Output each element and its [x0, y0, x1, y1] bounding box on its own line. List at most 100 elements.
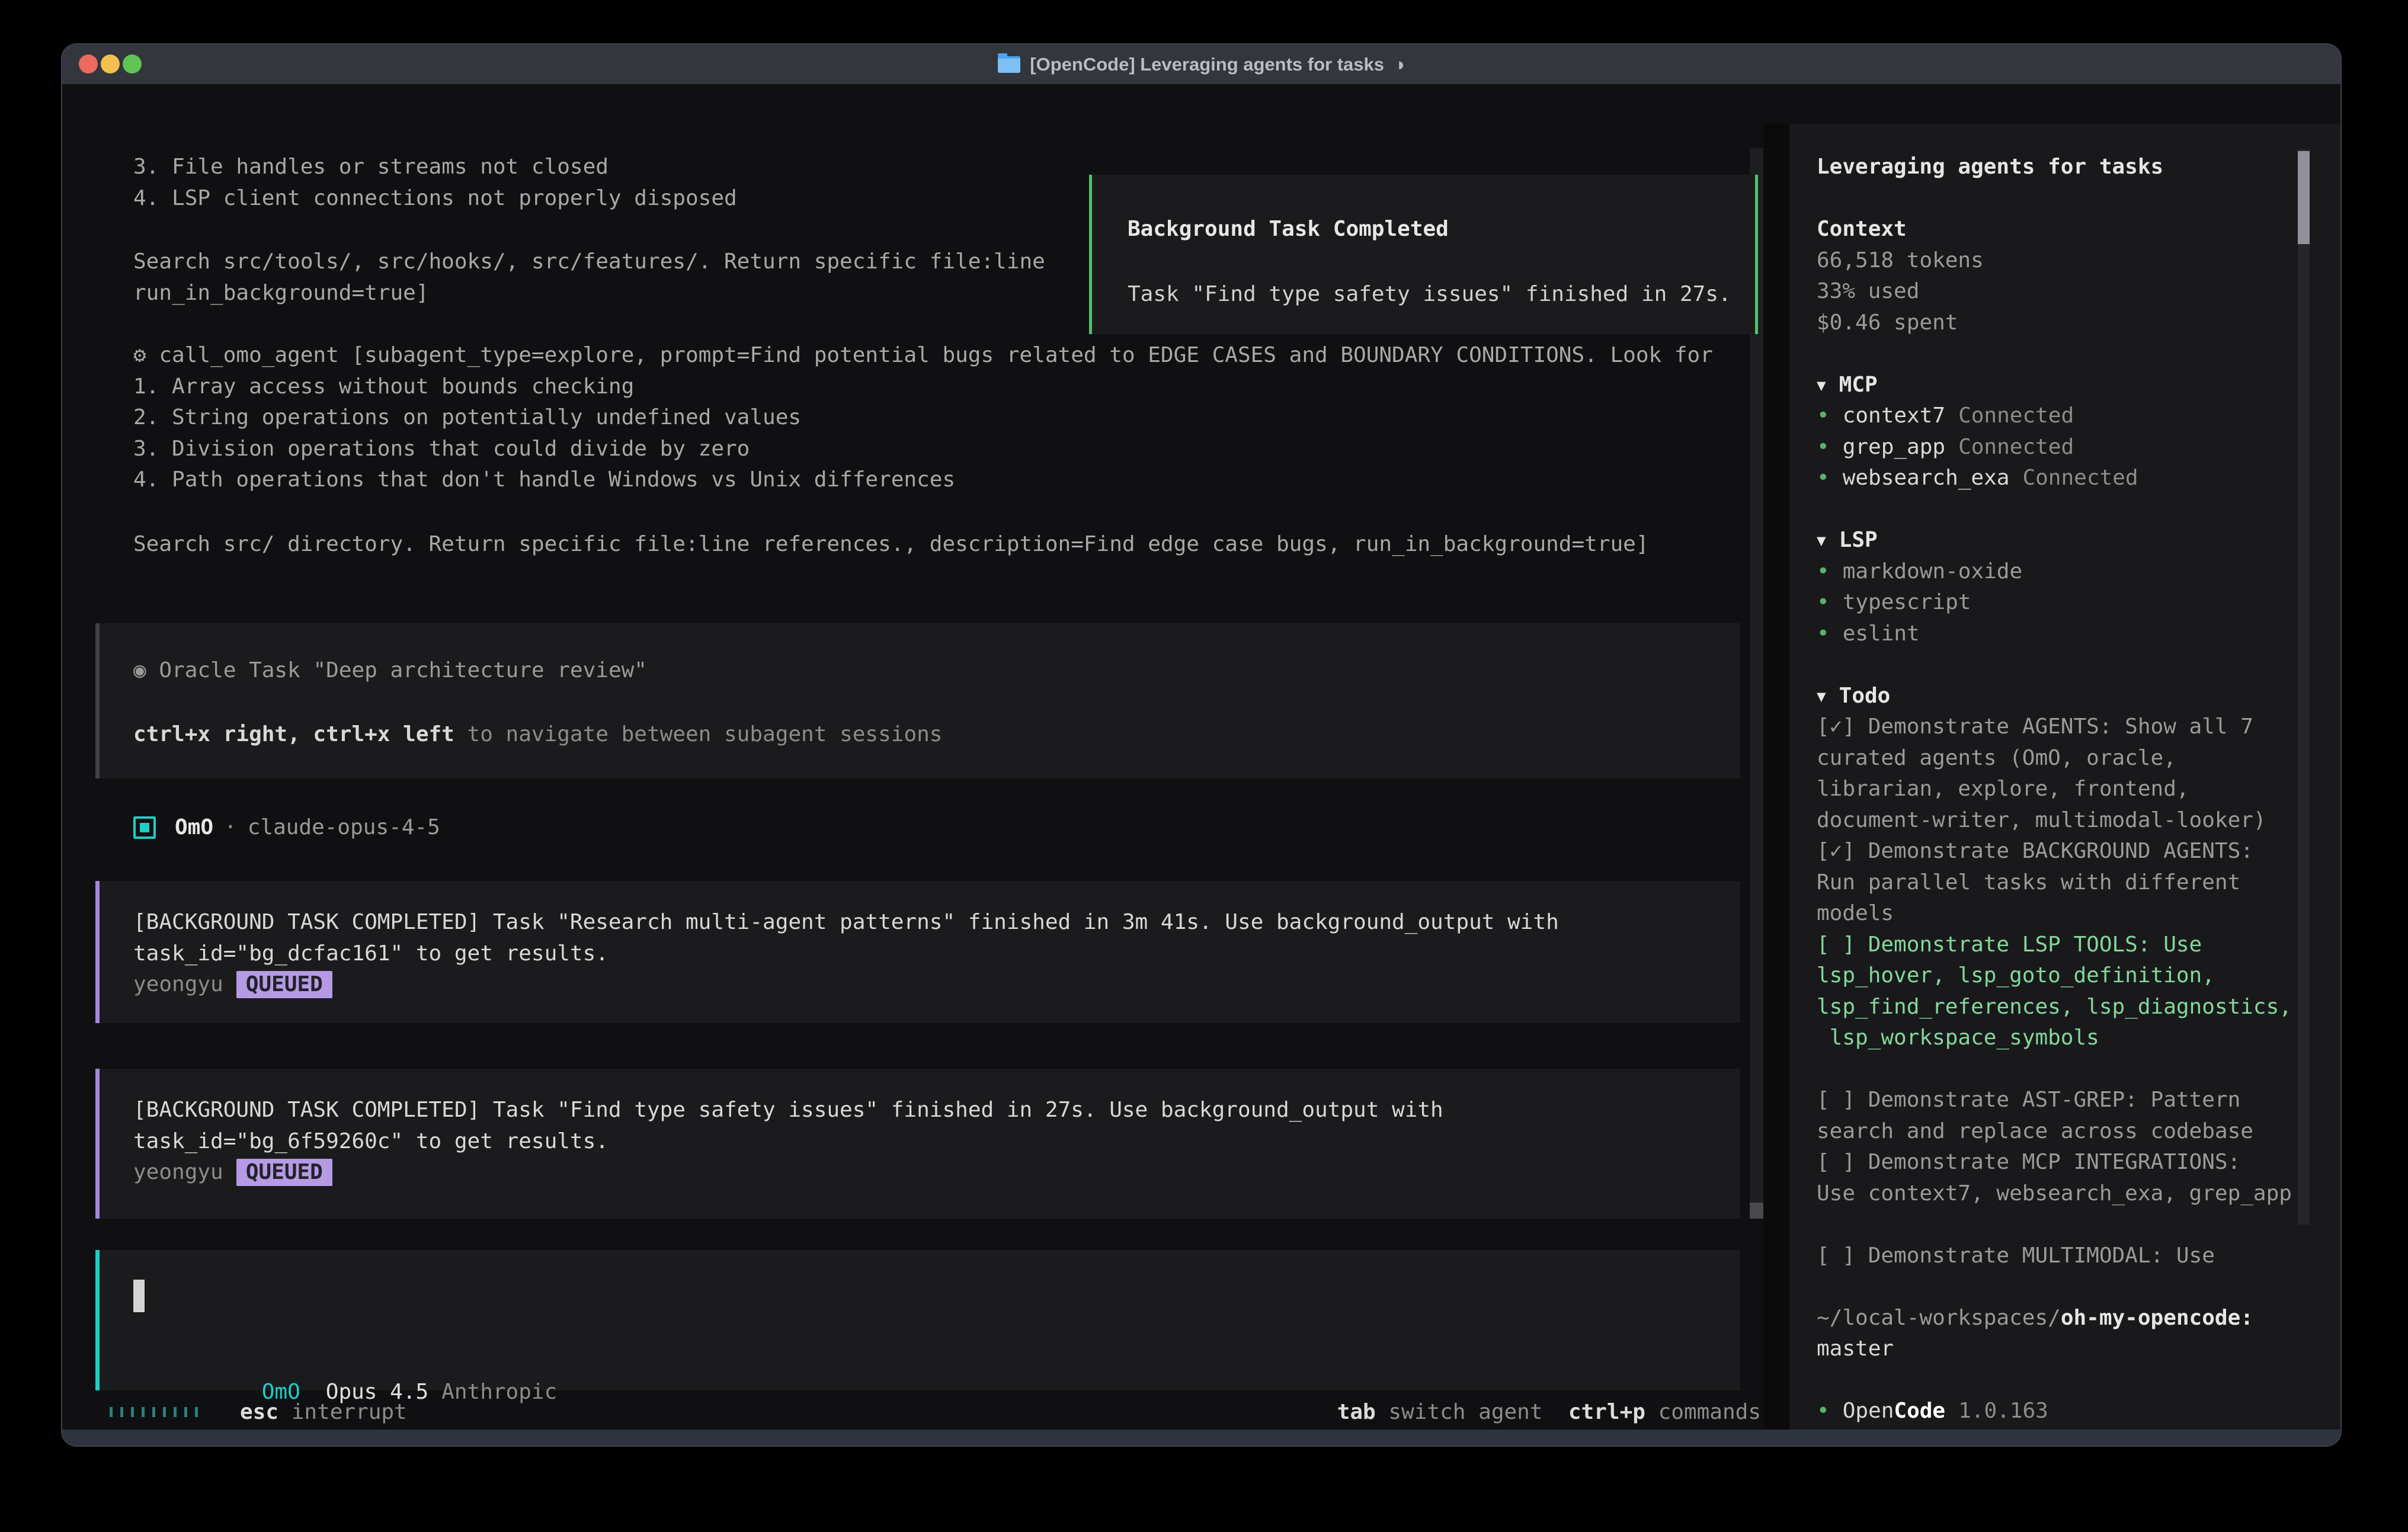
toast-message: Task "Find type safety issues" finished …	[1128, 279, 1755, 310]
interrupt-label	[278, 1400, 292, 1424]
agent-model: claude-opus-4-5	[248, 812, 440, 844]
desktop: [OpenCode] Leveraging agents for tasks ◑…	[0, 0, 2408, 1532]
line: [ ] Demonstrate MCP INTEGRATIONS:	[1817, 1147, 2340, 1178]
bullet-icon: •	[1817, 1399, 1830, 1423]
assistant-output-search: Search src/tools/, src/hooks/, src/featu…	[133, 246, 1045, 309]
status-badge: QUEUED	[236, 971, 332, 998]
todo-pending-items: [ ] Demonstrate AST-GREP: Patternsearch …	[1817, 1085, 2340, 1209]
assistant-output-lines: 3. File handles or streams not closed4. …	[133, 152, 737, 214]
line: curated agents (OmO, oracle,	[1817, 743, 2340, 774]
line: document-writer, multimodal-looker)	[1817, 805, 2340, 836]
prompt-input[interactable]: OmOOpus 4.5Anthropic	[95, 1250, 1740, 1390]
terminal-content: 3. File handles or streams not closed4. …	[62, 84, 2340, 1430]
lsp-item: •markdown-oxide	[1817, 556, 2340, 588]
agent-call-tail: Search src/ directory. Return specific f…	[133, 529, 1649, 560]
folder-icon	[998, 56, 1020, 73]
context-stats: 66,518 tokens33% used$0.46 spent	[1817, 245, 2340, 339]
todo-pending-items: [ ] Demonstrate MULTIMODAL: Use	[1817, 1241, 2340, 1272]
lsp-section-header[interactable]: ▼LSP	[1817, 525, 2340, 556]
minimize-button[interactable]	[101, 55, 120, 73]
todo-done-items: [✓] Demonstrate AGENTS: Show all 7curate…	[1817, 711, 2340, 930]
hint-keys: ctrl+x right, ctrl+x left	[133, 722, 454, 746]
oracle-task-icon: ◉	[133, 658, 146, 682]
line: [ ] Demonstrate MULTIMODAL: Use	[1817, 1241, 2340, 1272]
bullet-icon: •	[1817, 590, 1830, 614]
agent-session-header[interactable]: OmO · claude-opus-4-5	[133, 812, 440, 844]
session-title: Leveraging agents for tasks	[1817, 152, 2340, 183]
bullet-icon: •	[1817, 559, 1830, 584]
collapse-arrow-icon: ▼	[1817, 681, 1826, 713]
task-result-line: task_id="bg_6f59260c" to get results.	[133, 1126, 1740, 1158]
commands-label: commands	[1658, 1400, 1761, 1424]
line: $0.46 spent	[1817, 307, 2340, 339]
line: 1. Array access without bounds checking	[133, 371, 1713, 403]
spinner-icon	[110, 1407, 206, 1417]
collapse-arrow-icon: ▼	[1817, 525, 1826, 557]
status-bar-left: esc interrupt	[110, 1400, 407, 1424]
line: 33% used	[1817, 276, 2340, 307]
mcp-item: •websearch_exaConnected	[1817, 463, 2340, 494]
context-section-header: Context	[1817, 214, 2340, 245]
task-result-line: [BACKGROUND TASK COMPLETED] Task "Find t…	[133, 1095, 1740, 1126]
task-result-line: task_id="bg_dcfac161" to get results.	[133, 938, 1740, 970]
lsp-item: •eslint	[1817, 618, 2340, 650]
esc-key-hint: esc	[240, 1400, 278, 1424]
agent-call-tail-line: Search src/ directory. Return specific f…	[133, 529, 1649, 560]
mcp-item: •context7Connected	[1817, 400, 2340, 432]
line: librarian, explore, frontend,	[1817, 774, 2340, 805]
app-version: •OpenCode1.0.163	[1817, 1396, 2340, 1427]
window-title: [OpenCode] Leveraging agents for tasks ◑	[998, 54, 1404, 75]
line: 4. LSP client connections not properly d…	[133, 183, 737, 214]
line: [✓] Demonstrate AGENTS: Show all 7	[1817, 711, 2340, 743]
oracle-task-box[interactable]: ◉ Oracle Task "Deep architecture review"…	[95, 623, 1740, 778]
line: lsp_workspace_symbols	[1817, 1023, 2340, 1054]
collapse-arrow-icon: ▼	[1817, 370, 1826, 402]
sidebar-scrollbar-track[interactable]	[2298, 149, 2310, 1225]
line: 2. String operations on potentially unde…	[133, 402, 1713, 434]
agent-call-output: ⚙ call_omo_agent [subagent_type=explore,…	[133, 340, 1713, 496]
switch-agent-label: switch agent	[1388, 1400, 1542, 1424]
oracle-task-title: ◉ Oracle Task "Deep architecture review"	[133, 655, 1740, 687]
bullet-icon: •	[1817, 403, 1830, 428]
line: Use context7, websearch_exa, grep_app	[1817, 1178, 2340, 1210]
line: 66,518 tokens	[1817, 245, 2340, 277]
agent-name: OmO	[175, 812, 213, 844]
oracle-task-hint: ctrl+x right, ctrl+x left to navigate be…	[133, 719, 1740, 751]
task-result-box: [BACKGROUND TASK COMPLETED] Task "Resear…	[95, 881, 1740, 1023]
todo-section-header[interactable]: ▼Todo	[1817, 681, 2340, 712]
tab-key-hint: tab	[1337, 1400, 1376, 1424]
main-scrollbar-thumb[interactable]	[1750, 1203, 1763, 1219]
task-author: yeongyu	[133, 1160, 223, 1184]
status-badge: QUEUED	[236, 1159, 332, 1186]
line: search and replace across codebase	[1817, 1116, 2340, 1148]
background-task-toast[interactable]: Background Task Completed Task "Find typ…	[1089, 175, 1758, 334]
ctrl-p-key-hint: ctrl+p	[1568, 1400, 1645, 1424]
agent-separator: ·	[224, 812, 237, 844]
input-model-row: OmOOpus 4.5Anthropic	[133, 1345, 557, 1377]
close-button[interactable]	[79, 55, 98, 73]
mcp-section-header[interactable]: ▼MCP	[1817, 370, 2340, 401]
line: Search src/tools/, src/hooks/, src/featu…	[133, 246, 1045, 278]
sidebar-scrollbar-thumb[interactable]	[2298, 151, 2310, 244]
line: Run parallel tasks with different	[1817, 867, 2340, 899]
panel-divider	[1763, 124, 1789, 1446]
hint-text: to navigate between subagent sessions	[454, 722, 943, 746]
task-result-meta: yeongyuQUEUED	[133, 969, 1740, 1001]
line: run_in_background=true]	[133, 278, 1045, 309]
line: [✓] Demonstrate BACKGROUND AGENTS:	[1817, 836, 2340, 867]
titlebar[interactable]: [OpenCode] Leveraging agents for tasks ◑	[62, 44, 2340, 85]
bullet-icon: •	[1817, 466, 1830, 490]
status-bar-right: tab switch agent ctrl+p commands	[1337, 1400, 1761, 1424]
workspace-path: ~/local-workspaces/oh-my-opencode:	[1817, 1303, 2340, 1334]
bullet-icon: •	[1817, 435, 1830, 459]
toast-title: Background Task Completed	[1128, 214, 1755, 245]
input-provider-name: Anthropic	[441, 1380, 557, 1404]
line: models	[1817, 898, 2340, 930]
text-cursor	[133, 1280, 145, 1312]
window-title-text: [OpenCode] Leveraging agents for tasks	[1030, 54, 1384, 75]
task-result-box: [BACKGROUND TASK COMPLETED] Task "Find t…	[95, 1069, 1740, 1219]
sidebar: Leveraging agents for tasks Context 66,5…	[1789, 124, 2340, 1446]
maximize-button[interactable]	[123, 55, 142, 73]
todo-active-item: [ ] Demonstrate LSP TOOLS: Uselsp_hover,…	[1817, 930, 2340, 1054]
line: lsp_hover, lsp_goto_definition,	[1817, 960, 2340, 992]
